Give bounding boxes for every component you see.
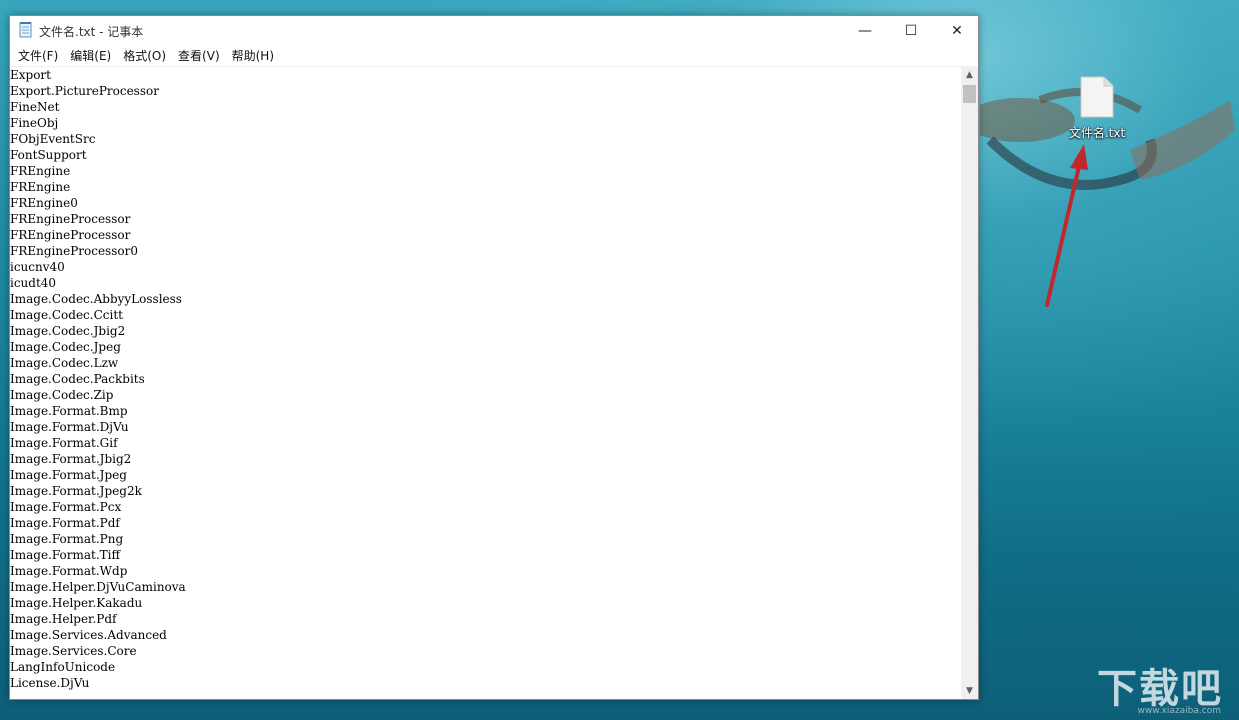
text-line: Image.Helper.Kakadu [10, 596, 143, 610]
scroll-up-button[interactable]: ▲ [961, 66, 978, 83]
text-line: Image.Codec.Jpeg [10, 340, 121, 354]
desktop-file-label: 文件名.txt [1068, 126, 1126, 140]
text-line: Image.Format.DjVu [10, 420, 129, 434]
text-line: FontSupport [10, 148, 87, 162]
menu-edit[interactable]: 编辑(E) [64, 46, 117, 66]
text-line: FObjEventSrc [10, 132, 96, 146]
menu-bar: 文件(F) 编辑(E) 格式(O) 查看(V) 帮助(H) [10, 46, 978, 66]
text-line: Export.PictureProcessor [10, 84, 159, 98]
maximize-icon: ☐ [904, 23, 918, 39]
text-line: Image.Codec.Packbits [10, 372, 145, 386]
desktop-file-icon[interactable]: 文件名.txt [1064, 76, 1130, 141]
text-file-icon [1080, 76, 1114, 118]
text-line: Image.Format.Tiff [10, 548, 121, 562]
menu-format[interactable]: 格式(O) [117, 46, 172, 66]
site-watermark: 下载吧 www.xiazaiba.com [1097, 656, 1223, 716]
watermark-url: www.xiazaiba.com [1137, 706, 1221, 716]
text-line: FREngine0 [10, 196, 78, 210]
text-line: Image.Format.Bmp [10, 404, 128, 418]
text-line: Image.Services.Core [10, 644, 137, 658]
text-line: Image.Format.Jpeg2k [10, 484, 142, 498]
text-line: FREngine [10, 180, 71, 194]
menu-file[interactable]: 文件(F) [12, 46, 64, 66]
text-line: LangInfoUnicode [10, 660, 116, 674]
chevron-down-icon: ▼ [966, 685, 973, 696]
text-line: Image.Helper.Pdf [10, 612, 117, 626]
text-line: FREngine [10, 164, 71, 178]
scroll-down-button[interactable]: ▼ [961, 682, 978, 699]
text-line: icudt40 [10, 276, 57, 290]
text-line: FREngineProcessor [10, 228, 131, 242]
text-line: Image.Codec.Jbig2 [10, 324, 126, 338]
text-line: Image.Services.Advanced [10, 628, 167, 642]
text-line: Image.Format.Wdp [10, 564, 128, 578]
text-line: FREngineProcessor [10, 212, 131, 226]
maximize-button[interactable]: ☐ [888, 16, 934, 46]
notepad-icon [19, 22, 32, 38]
text-line: License.DjVu [10, 676, 90, 690]
annotation-arrow [1045, 144, 1088, 307]
menu-help[interactable]: 帮助(H) [226, 46, 280, 66]
text-line: FREngineProcessor0 [10, 244, 138, 258]
text-line: Export [10, 68, 51, 82]
text-editor[interactable]: Export Export.PictureProcessor FineNet Fine… [10, 66, 961, 700]
text-line: FineObj [10, 116, 59, 130]
text-line: Image.Format.Jpeg [10, 468, 127, 482]
close-button[interactable]: ✕ [934, 16, 980, 46]
title-bar[interactable]: 文件名.txt - 记事本 — ☐ ✕ [10, 16, 978, 46]
minimize-button[interactable]: — [842, 16, 888, 46]
text-line: Image.Codec.Ccitt [10, 308, 123, 322]
text-line: Image.Format.Jbig2 [10, 452, 132, 466]
vertical-scrollbar[interactable]: ▲ ▼ [961, 66, 978, 699]
text-line: Image.Codec.Lzw [10, 356, 119, 370]
text-line: Image.Helper.DjVuCaminova [10, 580, 186, 594]
text-line: FineNet [10, 100, 60, 114]
close-icon: ✕ [951, 23, 963, 39]
text-line: Image.Format.Gif [10, 436, 118, 450]
text-line: Image.Format.Png [10, 532, 124, 546]
chevron-up-icon: ▲ [966, 69, 973, 80]
text-line: Image.Codec.Zip [10, 388, 114, 402]
menu-view[interactable]: 查看(V) [172, 46, 226, 66]
window-title: 文件名.txt - 记事本 [39, 25, 144, 39]
minimize-icon: — [858, 23, 872, 39]
notepad-window: 文件名.txt - 记事本 — ☐ ✕ 文件(F) 编辑(E) 格式(O) 查看… [9, 15, 979, 700]
text-line: icucnv40 [10, 260, 65, 274]
text-line: Image.Format.Pcx [10, 500, 122, 514]
text-line: Image.Format.Pdf [10, 516, 120, 530]
text-line: Image.Codec.AbbyyLossless [10, 292, 182, 306]
scroll-thumb[interactable] [963, 85, 976, 103]
